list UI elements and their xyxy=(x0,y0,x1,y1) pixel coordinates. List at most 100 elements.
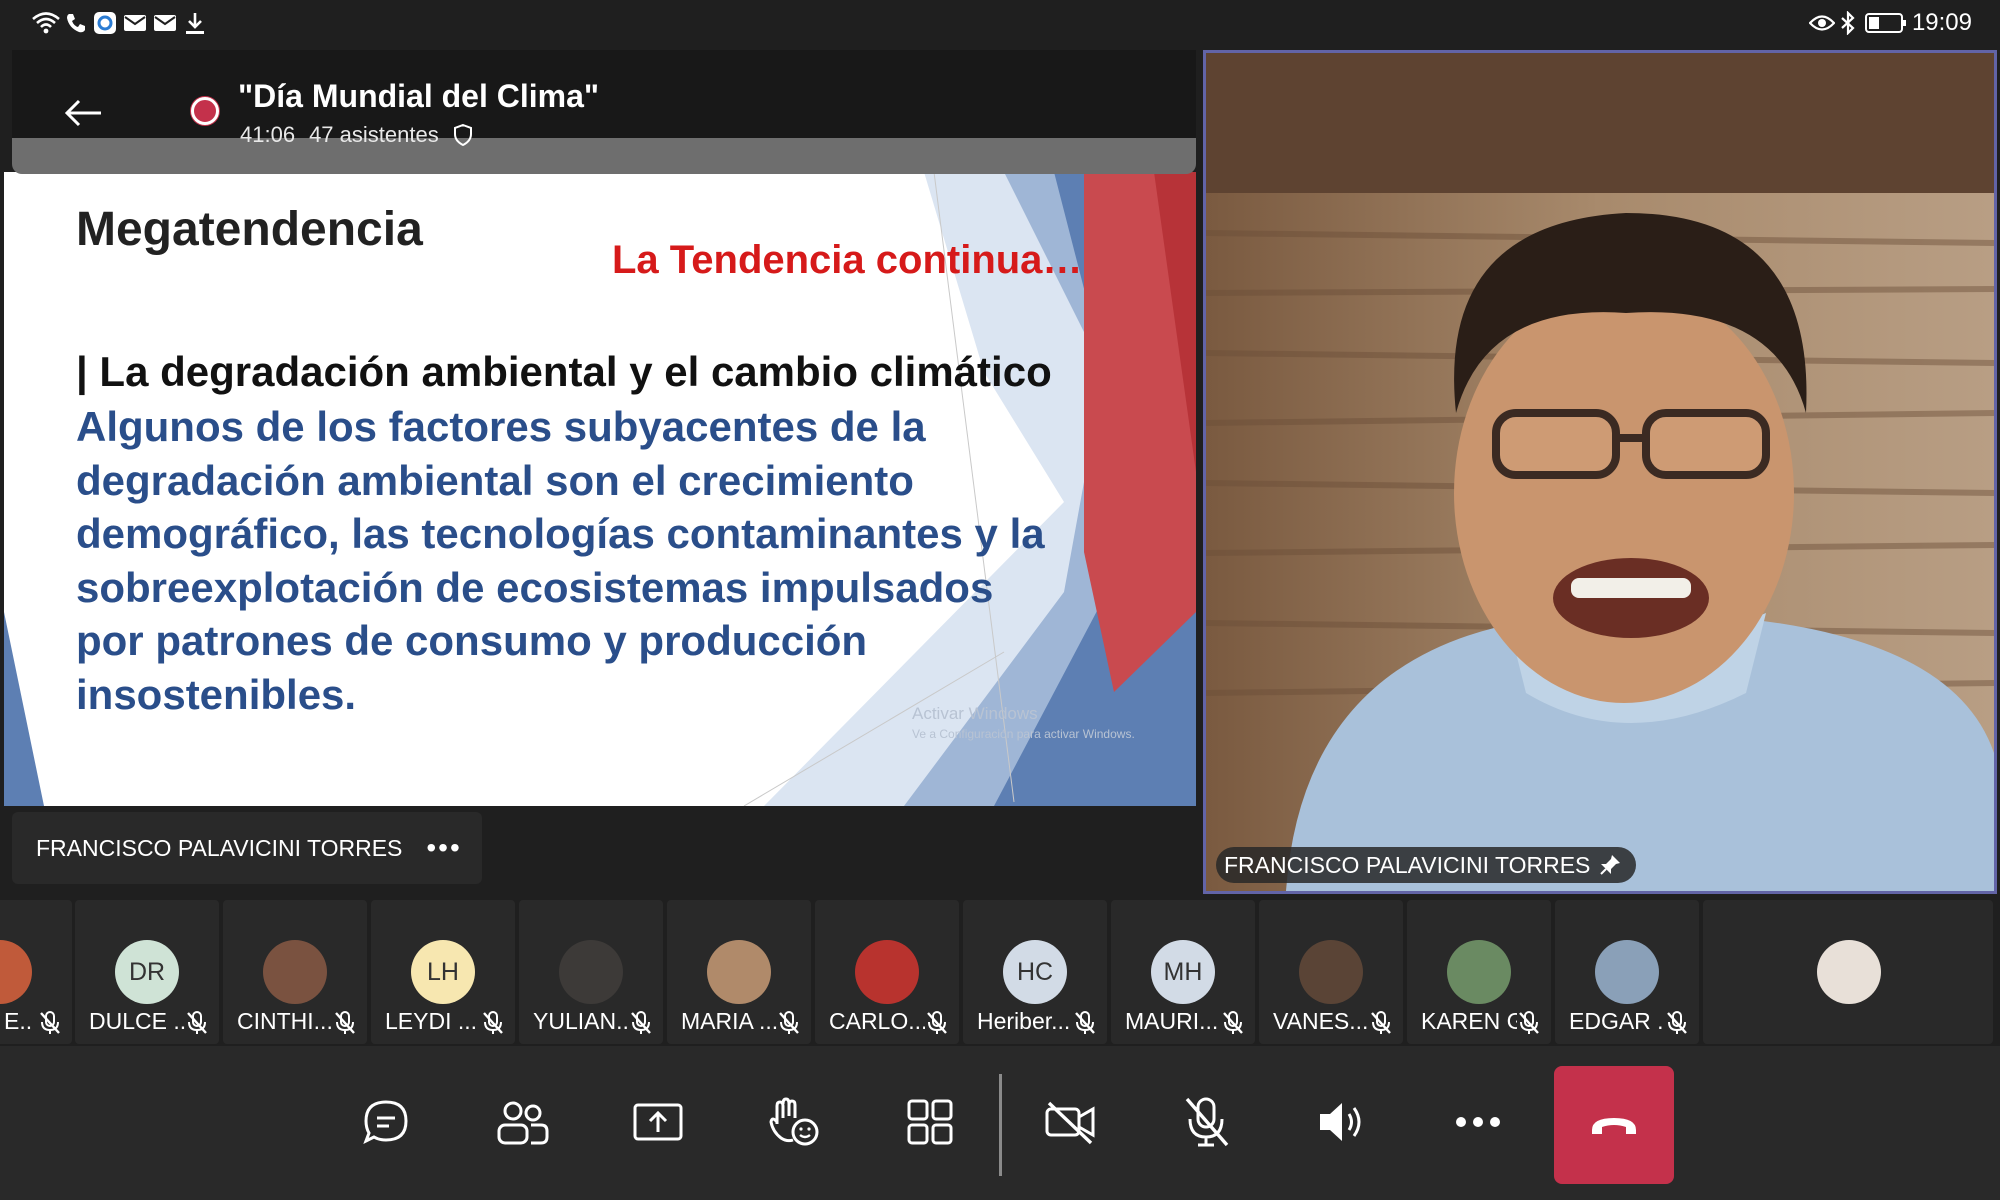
speaker-name: FRANCISCO PALAVICINI TORRES xyxy=(1224,851,1591,878)
mic-muted-icon xyxy=(1519,1011,1539,1034)
slide-heading: Megatendencia xyxy=(76,203,423,256)
hang-up-button[interactable] xyxy=(1554,1066,1674,1184)
participant-avatar xyxy=(855,940,919,1004)
participant-avatar xyxy=(1299,940,1363,1004)
participant-avatar xyxy=(263,940,327,1004)
chat-button[interactable] xyxy=(346,1082,426,1162)
mail-icon xyxy=(122,10,148,36)
layout-icon xyxy=(907,1099,953,1145)
participant-avatar xyxy=(1817,940,1881,1004)
participant-tile[interactable]: DR DULCE ... xyxy=(75,900,219,1044)
mic-muted-icon xyxy=(1667,1011,1687,1034)
participant-avatar xyxy=(0,940,32,1004)
slide-top-strip xyxy=(12,138,1196,174)
participant-name: MARIA ... xyxy=(681,1008,777,1034)
participant-name: LEYDI ... xyxy=(385,1008,478,1034)
pin-icon[interactable] xyxy=(1598,853,1622,877)
slide-body-line: degradación ambiental son el crecimiento xyxy=(76,456,914,504)
mic-muted-icon xyxy=(779,1011,799,1034)
arrow-left-icon xyxy=(64,99,101,127)
speaker-button[interactable] xyxy=(1302,1082,1382,1162)
mic-muted-icon xyxy=(40,1011,60,1034)
mic-muted-icon xyxy=(1371,1011,1391,1034)
participant-name: E... xyxy=(4,1008,34,1034)
camera-off-icon xyxy=(1045,1101,1095,1145)
watermark-title: Activar Windows xyxy=(912,704,1038,723)
bluetooth-icon xyxy=(1838,10,1858,36)
participants-button[interactable] xyxy=(482,1082,562,1162)
participant-name: CARLO... xyxy=(829,1008,925,1034)
participant-tile[interactable]: VANES... xyxy=(1259,900,1403,1044)
share-screen-button[interactable] xyxy=(618,1082,698,1162)
participant-tile[interactable]: MH MAURI... xyxy=(1111,900,1255,1044)
raise-hand-button[interactable] xyxy=(754,1082,834,1162)
meeting-info: 41:06 47 asistentes xyxy=(240,122,473,148)
mic-off-icon xyxy=(1185,1097,1229,1147)
participant-avatar xyxy=(1595,940,1659,1004)
participant-tile[interactable] xyxy=(1703,900,1993,1044)
chat-icon xyxy=(363,1100,408,1145)
download-icon xyxy=(182,10,208,36)
participant-name: VANES... xyxy=(1273,1008,1369,1034)
camera-toggle-button[interactable] xyxy=(1030,1082,1110,1162)
more-options-button[interactable]: ••• xyxy=(426,832,461,864)
participants-icon xyxy=(497,1101,549,1145)
mic-toggle-button[interactable] xyxy=(1166,1082,1246,1162)
meeting-header xyxy=(12,50,1196,138)
speaker-name-label: FRANCISCO PALAVICINI TORRES xyxy=(1216,847,1637,883)
app-icon xyxy=(92,10,118,36)
speaker-video-tile[interactable]: FRANCISCO PALAVICINI TORRES xyxy=(1203,50,1997,894)
participant-name: EDGAR ... xyxy=(1569,1008,1665,1034)
participant-name: YULIAN... xyxy=(533,1008,629,1034)
participant-strip: E... DR DULCE ... CINTHI... LH LEYDI ...… xyxy=(0,898,2000,1046)
participant-avatar xyxy=(559,940,623,1004)
attendee-count[interactable]: 47 asistentes xyxy=(309,122,439,148)
participant-tile[interactable]: HC Heriber... xyxy=(963,900,1107,1044)
participant-tile[interactable]: LH LEYDI ... xyxy=(371,900,515,1044)
mic-muted-icon xyxy=(1223,1011,1243,1034)
participant-avatar xyxy=(707,940,771,1004)
participant-tile[interactable]: E... xyxy=(0,900,72,1044)
recording-icon xyxy=(191,97,219,125)
participant-name: KAREN G xyxy=(1421,1008,1517,1034)
slide-body: Algunos de los factores subyacentes de l… xyxy=(76,400,1156,721)
clock-time: 19:09 xyxy=(1911,9,1972,36)
presenter-name: FRANCISCO PALAVICINI TORRES xyxy=(36,834,403,861)
speaker-video-feed xyxy=(1206,53,1994,891)
meeting-title: "Día Mundial del Clima" xyxy=(238,78,600,114)
participant-tile[interactable]: CINTHI... xyxy=(223,900,367,1044)
participant-tile[interactable]: CARLO... xyxy=(815,900,959,1044)
meeting-duration: 41:06 xyxy=(240,122,296,147)
mic-muted-icon xyxy=(187,1011,207,1034)
slide-body-line: Algunos de los factores subyacentes de l… xyxy=(76,403,926,450)
participant-initials: DR xyxy=(115,940,179,1004)
slide-body-line: por patrones de consumo y producción xyxy=(76,617,868,664)
back-button[interactable] xyxy=(50,80,116,146)
participant-name: MAURI... xyxy=(1125,1008,1219,1034)
participant-tile[interactable]: KAREN G xyxy=(1407,900,1551,1044)
participant-tile[interactable]: YULIAN... xyxy=(519,900,663,1044)
speaker-icon xyxy=(1320,1103,1361,1141)
participant-tile[interactable]: MARIA ... xyxy=(667,900,811,1044)
participant-avatar xyxy=(1447,940,1511,1004)
controls-divider xyxy=(999,1074,1002,1176)
wifi-icon xyxy=(30,10,62,36)
mic-muted-icon xyxy=(927,1011,947,1034)
shield-icon xyxy=(453,124,472,146)
participant-tile[interactable]: EDGAR ... xyxy=(1555,900,1699,1044)
raise-hand-icon xyxy=(769,1097,819,1146)
participant-name: DULCE ... xyxy=(89,1008,185,1034)
mic-muted-icon xyxy=(1075,1011,1095,1034)
watermark-text: Ve a Configuración para activar Windows. xyxy=(912,727,1135,741)
participant-name: CINTHI... xyxy=(237,1008,333,1034)
more-actions-button[interactable] xyxy=(1438,1082,1518,1162)
participant-initials: HC xyxy=(1003,940,1067,1004)
mic-muted-icon xyxy=(335,1011,355,1034)
slide-subheading: | La degradación ambiental y el cambio c… xyxy=(76,348,1052,395)
layout-button[interactable] xyxy=(890,1082,970,1162)
status-bar: 19:09 xyxy=(0,0,2000,46)
participant-initials: LH xyxy=(411,940,475,1004)
call-controls xyxy=(0,1046,2000,1200)
eye-icon xyxy=(1808,10,1836,36)
mic-muted-icon xyxy=(483,1011,503,1034)
